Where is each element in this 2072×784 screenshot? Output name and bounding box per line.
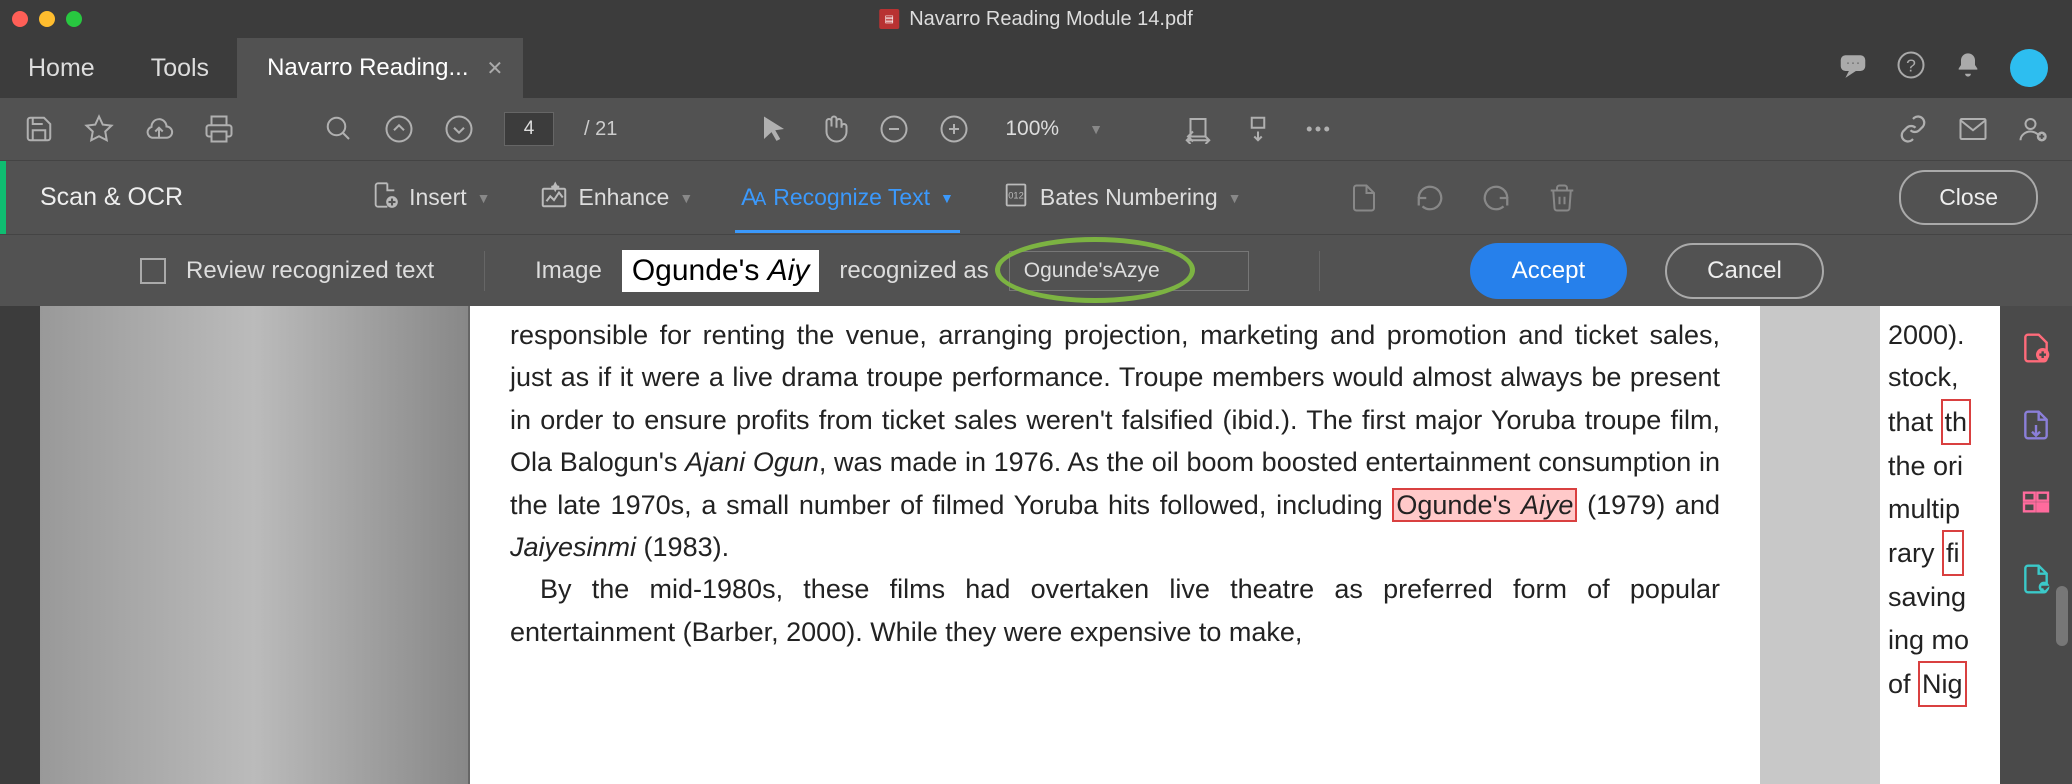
window-maximize-button[interactable]: [66, 11, 82, 27]
review-checkbox-label: Review recognized text: [186, 257, 434, 285]
help-icon[interactable]: ?: [1896, 50, 1926, 87]
paragraph: responsible for renting the venue, arran…: [510, 314, 1720, 568]
link-share-icon[interactable]: [1898, 114, 1928, 144]
window-close-button[interactable]: [12, 11, 28, 27]
profile-area: ?: [1838, 49, 2072, 87]
recognized-as-label: recognized as: [839, 257, 988, 285]
tab-document-label: Navarro Reading...: [267, 54, 468, 82]
email-icon[interactable]: [1958, 114, 1988, 144]
page-scan-left: [40, 306, 470, 784]
zoom-in-icon[interactable]: [939, 114, 969, 144]
zoom-level-label: 100%: [1005, 117, 1059, 141]
ocr-toolbar: Scan & OCR Insert▼ Enhance▼ AA Recognize…: [0, 160, 2072, 234]
image-snippet: Ogunde's Aiy: [622, 250, 820, 292]
window-title-text: Navarro Reading Module 14.pdf: [909, 8, 1193, 31]
print-icon[interactable]: [204, 114, 234, 144]
svg-text:012: 012: [1008, 190, 1024, 200]
tab-document-active[interactable]: Navarro Reading... ✕: [237, 38, 523, 98]
selection-arrow-icon[interactable]: [759, 114, 789, 144]
more-icon[interactable]: [1303, 114, 1333, 144]
zoom-out-icon[interactable]: [879, 114, 909, 144]
bates-numbering-button[interactable]: 012 Bates Numbering▼: [996, 173, 1248, 223]
ocr-title: Scan & OCR: [40, 183, 183, 212]
tab-home[interactable]: Home: [0, 38, 123, 98]
tab-close-icon[interactable]: ✕: [487, 56, 504, 81]
divider: [1319, 251, 1320, 291]
window-title: ▤ Navarro Reading Module 14.pdf: [879, 8, 1193, 31]
page-up-icon[interactable]: [384, 114, 414, 144]
divider: [484, 251, 485, 291]
ocr-suspect-box[interactable]: Nig: [1918, 661, 1967, 707]
bell-icon[interactable]: [1954, 51, 1982, 86]
page-total-label: / 21: [584, 118, 617, 141]
ocr-close-button[interactable]: Close: [1899, 170, 2038, 225]
insert-button[interactable]: Insert▼: [365, 173, 496, 223]
avatar[interactable]: [2010, 49, 2048, 87]
fit-width-icon[interactable]: [1183, 114, 1213, 144]
enhance-button[interactable]: Enhance▼: [533, 172, 700, 224]
review-bar: Review recognized text Image Ogunde's Ai…: [0, 234, 2072, 306]
document-viewport: responsible for renting the venue, arran…: [0, 306, 2072, 784]
ocr-accent-stripe: [0, 161, 6, 234]
ocr-suspect-highlight[interactable]: Ogunde's Aiye: [1392, 488, 1577, 522]
page-gap: [1760, 306, 1880, 784]
sidebar-scrollbar[interactable]: [2056, 586, 2068, 646]
star-icon[interactable]: [84, 114, 114, 144]
undo-icon[interactable]: [1415, 183, 1445, 213]
enhance-icon: [539, 180, 569, 216]
bates-icon: 012: [1002, 181, 1030, 215]
recognize-text-button[interactable]: AA Recognize Text▼: [735, 163, 960, 233]
document-page[interactable]: responsible for renting the venue, arran…: [470, 306, 1760, 784]
ocr-suspect-box[interactable]: th: [1941, 399, 1972, 445]
document-page-next[interactable]: 2000). stock, that th the ori multip rar…: [1880, 306, 2000, 784]
redo-icon[interactable]: [1481, 183, 1511, 213]
page-number-input[interactable]: [504, 112, 554, 146]
pdf-file-icon: ▤: [879, 9, 899, 29]
speech-bubble-icon[interactable]: [1838, 50, 1868, 87]
window-minimize-button[interactable]: [39, 11, 55, 27]
organize-pages-icon[interactable]: [2020, 486, 2052, 523]
right-tool-sidebar: [2000, 306, 2072, 784]
tab-bar: Home Tools Navarro Reading... ✕ ?: [0, 38, 2072, 98]
main-toolbar: / 21 100% ▼: [0, 98, 2072, 160]
accept-button[interactable]: Accept: [1470, 243, 1627, 299]
trash-icon[interactable]: [1547, 183, 1577, 213]
image-label: Image: [535, 257, 602, 285]
add-user-icon[interactable]: [2018, 114, 2048, 144]
edit-pdf-icon[interactable]: [2020, 563, 2052, 600]
document-action-icon[interactable]: [1349, 183, 1379, 213]
recognize-text-icon: AA: [741, 184, 763, 212]
cancel-button[interactable]: Cancel: [1665, 243, 1824, 299]
page-down-icon[interactable]: [444, 114, 474, 144]
left-gutter: [0, 306, 40, 784]
cloud-upload-icon[interactable]: [144, 114, 174, 144]
scroll-mode-icon[interactable]: [1243, 114, 1273, 144]
ocr-suspect-box[interactable]: fi: [1942, 530, 1964, 576]
tab-tools[interactable]: Tools: [123, 38, 237, 98]
recognized-text-input[interactable]: [1009, 251, 1249, 291]
traffic-lights: [12, 11, 82, 27]
paragraph: By the mid-1980s, these films had overta…: [510, 568, 1720, 653]
review-checkbox[interactable]: [140, 258, 166, 284]
save-icon[interactable]: [24, 114, 54, 144]
insert-page-icon: [371, 181, 399, 215]
hand-icon[interactable]: [819, 114, 849, 144]
svg-text:?: ?: [1906, 55, 1916, 75]
create-pdf-icon[interactable]: [2020, 332, 2052, 369]
export-pdf-icon[interactable]: [2020, 409, 2052, 446]
zoom-dropdown-icon[interactable]: ▼: [1089, 121, 1103, 137]
window-titlebar: ▤ Navarro Reading Module 14.pdf: [0, 0, 2072, 38]
search-icon[interactable]: [324, 114, 354, 144]
